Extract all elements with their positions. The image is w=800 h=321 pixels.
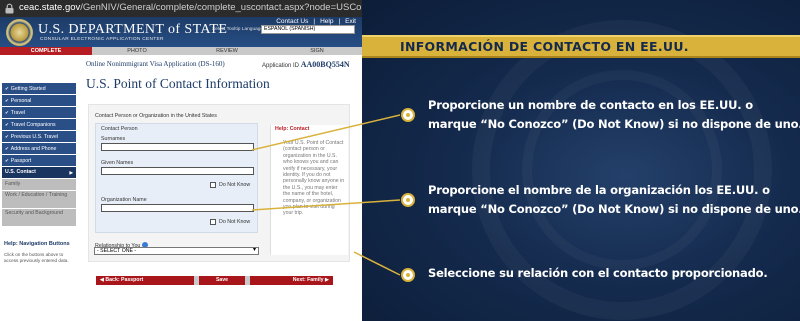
header-links: Contact Us | Help | Exit [276,18,356,25]
banner-title: INFORMACIÓN DE CONTACTO EN EE.UU. [400,39,689,54]
organization-do-not-know-checkbox[interactable] [210,219,216,225]
help-navigation: Help: Navigation Buttons Click on the bu… [4,241,76,264]
sidebar-item-passport[interactable]: Passport [2,155,76,166]
given-names-label: Given Names [101,160,134,166]
help-navigation-title: Help: Navigation Buttons [4,241,70,247]
bullet-icon [401,193,415,207]
help-link[interactable]: Help [320,18,333,25]
organization-input[interactable] [101,204,254,212]
tutorial-banner: INFORMACIÓN DE CONTACTO EN EE.UU. [362,35,800,58]
sidebar-item-travel-companions[interactable]: Travel Companions [2,119,76,130]
sidebar-item-previous-travel[interactable]: Previous U.S. Travel [2,131,76,142]
step-sign: SIGN [310,48,324,54]
lock-icon [5,3,14,14]
sidebar-item-address-phone[interactable]: Address and Phone [2,143,76,154]
help-navigation-text: Click on the buttons above to access pre… [4,252,69,263]
instruction-organization: Proporcione el nombre de la organización… [428,183,800,216]
language-select[interactable]: ESPAÑOL (SPANISH) [261,25,355,34]
bullet-icon [401,108,415,122]
application-title: Online Nonimmigrant Visa Application (DS… [86,60,225,68]
browser-address-bar[interactable]: ceac.state.gov/GenNIV/General/complete/c… [0,0,382,17]
sidebar-item-security: Security and Background [2,209,76,226]
surnames-label: Surnames [101,136,126,142]
contact-do-not-know-checkbox[interactable] [210,182,216,188]
step-complete: COMPLETE [0,47,92,55]
url-text[interactable]: ceac.state.gov/GenNIV/General/complete/c… [19,2,382,13]
contact-form: Contact Person or Organization in the Un… [88,104,350,262]
language-label: Select Tooltip Language [212,27,264,32]
state-department-seal-icon [6,19,33,46]
sidebar-item-getting-started[interactable]: Getting Started [2,83,76,94]
sidebar-item-personal[interactable]: Personal [2,95,76,106]
tutorial-panel: INFORMACIÓN DE CONTACTO EN EE.UU. Propor… [362,0,800,321]
next-button[interactable]: Next: Family ▶ [250,276,333,285]
instruction-relationship: Seleccione su relación con el contacto p… [428,266,768,280]
contact-person-box: Contact Person Surnames Given Names Do N… [95,123,258,233]
contact-do-not-know-label: Do Not Know [219,182,251,188]
form-nav-bar: ◀ Back: Passport Save Next: Family ▶ [96,276,333,285]
step-review: REVIEW [216,48,238,54]
site-header: U.S. DEPARTMENT of STATE CONSULAR ELECTR… [0,17,362,47]
surnames-input[interactable] [101,143,254,151]
site-logo-subtitle: CONSULAR ELECTRONIC APPLICATION CENTER [40,37,164,42]
given-names-input[interactable] [101,167,254,175]
progress-steps: COMPLETE PHOTO REVIEW SIGN [0,47,362,55]
sidebar-item-family: Family [2,179,76,190]
organization-label: Organization Name [101,197,147,203]
bullet-icon [401,268,415,282]
contact-person-label: Contact Person [101,126,138,132]
help-contact-box: Help: Contact Your U.S. Point of Contact… [270,125,348,255]
organization-do-not-know-label: Do Not Know [219,219,251,225]
back-button[interactable]: ◀ Back: Passport [96,276,194,285]
page-title: U.S. Point of Contact Information [86,76,270,91]
sidebar-item-us-contact[interactable]: U.S. Contact [2,167,76,178]
application-id: Application ID AA00BQ554N [262,60,350,69]
contact-us-link[interactable]: Contact Us [276,18,308,25]
section-sidebar: Getting Started Personal Travel Travel C… [2,83,76,227]
section-label: Contact Person or Organization in the Un… [95,113,217,119]
exit-link[interactable]: Exit [345,18,356,25]
sidebar-item-travel[interactable]: Travel [2,107,76,118]
help-contact-body: Your U.S. Point of Contact (contact pers… [283,140,345,217]
sidebar-item-work-education: Work / Education / Training [2,191,76,208]
ceac-page: U.S. DEPARTMENT of STATE CONSULAR ELECTR… [0,17,362,321]
site-logo-title: U.S. DEPARTMENT of STATE [38,22,228,37]
relationship-select[interactable]: - SELECT ONE - [94,247,259,255]
step-photo: PHOTO [127,48,147,54]
instruction-contact-name: Proporcione un nombre de contacto en los… [428,98,800,131]
help-contact-title: Help: Contact [275,126,310,132]
save-button[interactable]: Save [199,276,245,285]
